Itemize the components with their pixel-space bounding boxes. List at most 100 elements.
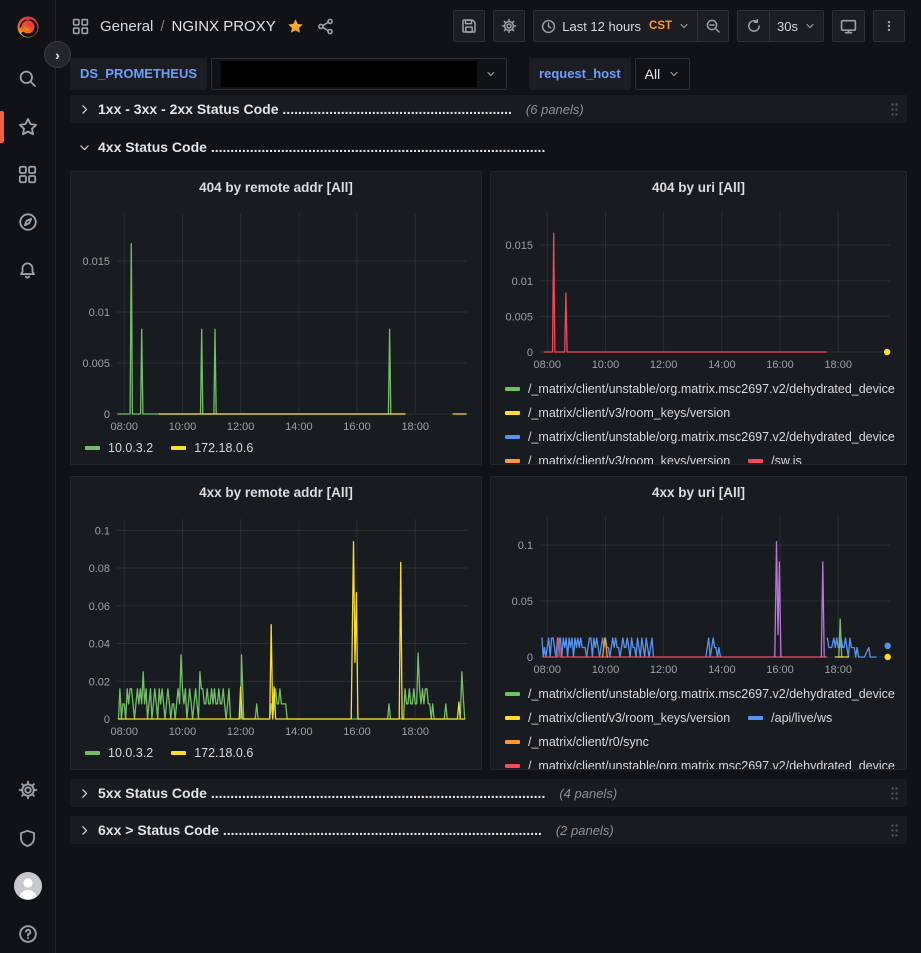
share-icon[interactable] <box>315 16 336 37</box>
panel-title[interactable]: 4xx by remote addr [All] <box>71 477 481 507</box>
legend-swatch <box>171 751 186 755</box>
svg-text:0.015: 0.015 <box>505 240 533 252</box>
svg-text:18:00: 18:00 <box>824 664 852 676</box>
legend-label: 10.0.3.2 <box>108 440 153 456</box>
chevron-right-icon <box>78 787 91 800</box>
timeseries-chart[interactable]: 08:0010:0012:0014:0016:0018:0000.050.1 <box>496 507 902 679</box>
row-5xx[interactable]: 5xx Status Code ........................… <box>70 779 907 807</box>
svg-text:14:00: 14:00 <box>708 664 736 676</box>
dashboard-panel: 4xx by remote addr [All] 08:0010:0012:00… <box>70 476 482 770</box>
legend-swatch <box>505 764 520 768</box>
legend-item[interactable]: /_matrix/client/unstable/org.matrix.msc2… <box>505 429 895 445</box>
refresh-interval-picker[interactable]: 30s <box>769 10 824 42</box>
sidebar-item-search[interactable] <box>0 61 55 95</box>
svg-text:16:00: 16:00 <box>766 359 794 371</box>
sidebar <box>0 0 56 953</box>
sidebar-item-alerting[interactable] <box>0 253 55 287</box>
row-1xx-3xx-2xx[interactable]: 1xx - 3xx - 2xx Status Code ............… <box>70 95 907 123</box>
sidebar-expand-button[interactable]: › <box>44 41 71 68</box>
legend-item[interactable]: /_matrix/client/unstable/org.matrix.msc2… <box>505 758 895 769</box>
legend-item[interactable]: /_matrix/client/unstable/org.matrix.msc2… <box>505 686 895 702</box>
legend-item[interactable]: /_matrix/client/v3/room_keys/version <box>505 453 730 464</box>
legend-swatch <box>748 716 763 720</box>
variable-value-request-host[interactable]: All <box>635 58 691 90</box>
legend-label: /_matrix/client/v3/room_keys/version <box>528 710 730 726</box>
legend-item[interactable]: 10.0.3.2 <box>85 745 153 761</box>
timeseries-chart[interactable]: 08:0010:0012:0014:0016:0018:0000.020.040… <box>73 507 479 741</box>
variables-bar: DS_PROMETHEUS request_host All <box>56 52 921 95</box>
variable-label-ds-prometheus[interactable]: DS_PROMETHEUS <box>70 58 207 90</box>
save-dashboard-button[interactable] <box>453 10 485 42</box>
sidebar-item-dashboards[interactable] <box>0 157 55 191</box>
legend-item[interactable]: /sw.js <box>748 453 802 464</box>
svg-text:0.1: 0.1 <box>95 525 110 537</box>
legend-swatch <box>748 459 763 463</box>
legend-swatch <box>171 446 186 450</box>
legend-label: /_matrix/client/v3/room_keys/version <box>528 405 730 421</box>
legend-label: 172.18.0.6 <box>194 745 253 761</box>
svg-text:08:00: 08:00 <box>111 726 139 738</box>
legend-item[interactable]: /_matrix/client/r0/sync <box>505 734 649 750</box>
legend-item[interactable]: /_matrix/client/unstable/org.matrix.msc2… <box>505 381 895 397</box>
search-icon <box>18 69 37 88</box>
apps-grid-icon[interactable] <box>70 16 91 37</box>
sidebar-item-server-admin[interactable] <box>0 821 55 855</box>
svg-text:12:00: 12:00 <box>649 664 677 676</box>
svg-text:16:00: 16:00 <box>343 421 371 433</box>
sidebar-item-configuration[interactable] <box>0 773 55 807</box>
row-title: 1xx - 3xx - 2xx Status Code ............… <box>98 101 512 117</box>
variable-selected-value: All <box>645 66 661 82</box>
timeseries-chart[interactable]: 08:0010:0012:0014:0016:0018:0000.0050.01… <box>496 202 902 374</box>
sidebar-item-help[interactable] <box>0 917 55 951</box>
refresh-icon <box>746 18 762 34</box>
row-drag-handle[interactable] <box>890 786 899 801</box>
legend-swatch <box>505 387 520 391</box>
panel-title[interactable]: 4xx by uri [All] <box>491 477 906 507</box>
time-picker-group: Last 12 hours CST <box>533 10 729 42</box>
favorite-star-icon[interactable] <box>285 16 306 37</box>
svg-text:08:00: 08:00 <box>111 421 139 433</box>
grafana-logo-icon <box>13 12 43 42</box>
panel-title[interactable]: 404 by remote addr [All] <box>71 172 481 202</box>
kiosk-mode-button[interactable] <box>832 10 865 42</box>
legend-item[interactable]: 10.0.3.2 <box>85 440 153 456</box>
help-icon <box>18 924 38 944</box>
row-6xx[interactable]: 6xx > Status Code ......................… <box>70 816 907 844</box>
timeseries-chart[interactable]: 08:0010:0012:0014:0016:0018:0000.0050.01… <box>73 202 479 436</box>
sidebar-item-profile[interactable] <box>0 869 55 903</box>
legend-item[interactable]: /_matrix/client/v3/room_keys/version <box>505 710 730 726</box>
svg-text:0.04: 0.04 <box>89 639 110 651</box>
dashboard-settings-button[interactable] <box>493 10 525 42</box>
legend-item[interactable]: /api/live/ws <box>748 710 832 726</box>
more-options-button[interactable] <box>873 10 905 42</box>
legend-item[interactable]: 172.18.0.6 <box>171 745 253 761</box>
page-title[interactable]: NGINX PROXY <box>172 18 276 35</box>
star-icon <box>18 117 38 137</box>
legend-label: 10.0.3.2 <box>108 745 153 761</box>
row-drag-handle[interactable] <box>890 102 899 117</box>
svg-text:0.08: 0.08 <box>89 563 110 575</box>
variable-value-ds-prometheus[interactable] <box>211 58 507 90</box>
zoom-out-button[interactable] <box>697 10 729 42</box>
chevron-down-icon <box>78 141 91 154</box>
row-4xx[interactable]: 4xx Status Code ........................… <box>70 133 907 161</box>
dashboard-panel: 404 by uri [All] 08:0010:0012:0014:0016:… <box>490 171 907 465</box>
refresh-button[interactable] <box>737 10 769 42</box>
active-indicator <box>0 111 4 143</box>
panel-title[interactable]: 404 by uri [All] <box>491 172 906 202</box>
breadcrumb-section[interactable]: General <box>100 18 153 35</box>
legend-item[interactable]: /_matrix/client/v3/room_keys/version <box>505 405 730 421</box>
grafana-logo[interactable] <box>0 9 55 45</box>
row-drag-handle[interactable] <box>890 823 899 838</box>
variable-label-request-host[interactable]: request_host <box>529 58 631 90</box>
row-panel-count: (6 panels) <box>526 102 584 117</box>
legend-label: /api/live/ws <box>771 710 832 726</box>
legend-swatch <box>505 740 520 744</box>
sidebar-item-starred[interactable] <box>0 110 55 144</box>
main-area: General / NGINX PROXY <box>56 0 921 953</box>
legend-swatch <box>85 751 100 755</box>
time-range-picker[interactable]: Last 12 hours CST <box>533 10 697 42</box>
sidebar-item-explore[interactable] <box>0 205 55 239</box>
legend-item[interactable]: 172.18.0.6 <box>171 440 253 456</box>
chevron-down-icon <box>678 20 690 32</box>
